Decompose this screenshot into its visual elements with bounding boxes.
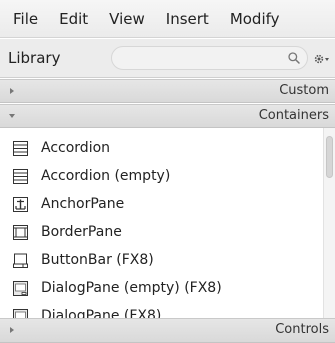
scrollbar-thumb[interactable]: [326, 136, 333, 178]
list-item-anchorpane[interactable]: AnchorPane: [0, 192, 323, 218]
section-controls-label: Controls: [275, 322, 329, 337]
list-item-dialogpane[interactable]: DialogPane (FX8): [0, 304, 323, 318]
chevron-right-icon: [10, 327, 14, 333]
menu-edit[interactable]: Edit: [59, 10, 88, 28]
list-item-label: AnchorPane: [41, 196, 125, 212]
menu-modify[interactable]: Modify: [230, 10, 280, 28]
dialogpane-icon: [13, 309, 28, 318]
anchor-icon: [13, 197, 28, 212]
library-title: Library: [8, 49, 61, 67]
accordion-icon: [13, 141, 28, 156]
gear-icon[interactable]: [313, 52, 331, 66]
borderpane-icon: [13, 225, 28, 240]
list-item-label: DialogPane (FX8): [41, 308, 162, 318]
list-item-dialogpane-empty[interactable]: DialogPane (empty) (FX8): [0, 276, 323, 302]
chevron-right-icon: [10, 88, 14, 94]
menu-bar: File Edit View Insert Modify: [0, 0, 335, 38]
list-item-label: Accordion (empty): [41, 168, 171, 184]
list-item-label: ButtonBar (FX8): [41, 252, 154, 268]
section-controls[interactable]: Controls: [0, 318, 335, 343]
list-item-buttonbar[interactable]: ButtonBar (FX8): [0, 248, 323, 274]
list-item-label: BorderPane: [41, 224, 122, 240]
library-search-input[interactable]: [122, 49, 286, 69]
library-search-box[interactable]: [111, 46, 308, 70]
list-scrollbar[interactable]: [323, 128, 335, 318]
search-icon[interactable]: [287, 51, 301, 65]
section-containers[interactable]: Containers: [0, 104, 335, 128]
dialogpane-icon: [13, 281, 28, 296]
list-item-label: DialogPane (empty) (FX8): [41, 280, 222, 296]
library-header: Library: [0, 39, 335, 78]
menu-insert[interactable]: Insert: [166, 10, 209, 28]
section-custom[interactable]: Custom: [0, 79, 335, 103]
list-item-accordion[interactable]: Accordion: [0, 136, 323, 162]
list-item-accordion-empty[interactable]: Accordion (empty): [0, 164, 323, 190]
buttonbar-icon: [13, 253, 28, 268]
chevron-down-icon: [9, 114, 15, 118]
accordion-icon: [13, 169, 28, 184]
section-containers-label: Containers: [258, 108, 329, 123]
menu-file[interactable]: File: [13, 10, 38, 28]
section-custom-label: Custom: [279, 83, 329, 98]
menu-view[interactable]: View: [109, 10, 145, 28]
list-item-borderpane[interactable]: BorderPane: [0, 220, 323, 246]
containers-list: Accordion Accordion (empty) AnchorPane B…: [0, 128, 323, 318]
scene-builder-library-panel: File Edit View Insert Modify Library Cus…: [0, 0, 335, 343]
list-item-label: Accordion: [41, 140, 111, 156]
